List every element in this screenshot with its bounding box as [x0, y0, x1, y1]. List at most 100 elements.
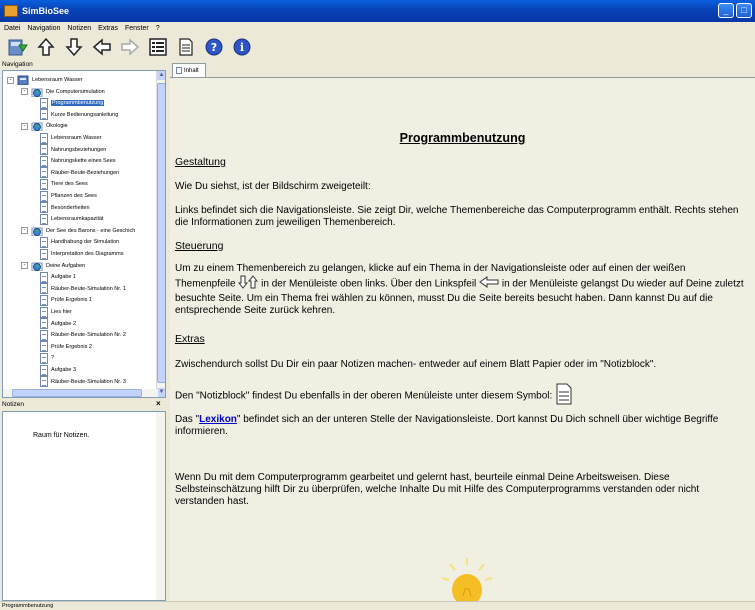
tree-item-label: Prüfe Ergebnis 2: [51, 343, 92, 350]
tree-item[interactable]: Lebensraum Wasser: [40, 132, 102, 144]
tree-item-label: Besonderheiten: [51, 204, 90, 211]
tree-item-label: Tiere des Sees: [51, 181, 88, 188]
tree-item[interactable]: Nahrungsbeziehungen: [40, 144, 106, 156]
tree-item-label: Lebensraum Wasser: [32, 77, 83, 83]
page-icon: [40, 352, 48, 364]
notepad-icon[interactable]: [174, 36, 198, 58]
collapse-toggle-icon[interactable]: -: [21, 88, 28, 96]
globe-book-icon: [31, 122, 43, 132]
tree-item[interactable]: Tiere des Sees: [40, 178, 88, 190]
tree-item[interactable]: ?: [40, 352, 54, 364]
navigation-tree[interactable]: ▲ ▼ - Lebensraum Wasser - Die Computersimul…: [2, 70, 166, 398]
tree-item[interactable]: Räuber-Beute-Simulation Nr. 3: [40, 376, 126, 388]
tree-item[interactable]: Aufgabe 1: [40, 271, 76, 283]
page-icon: [40, 283, 48, 295]
tree-item[interactable]: - Der See des Barons - eine Geschich: [21, 225, 135, 237]
collapse-toggle-icon[interactable]: -: [7, 76, 14, 84]
minimize-button[interactable]: _: [718, 3, 734, 18]
forward-arrow-icon[interactable]: [118, 36, 142, 58]
tree-item[interactable]: Räuber-Beute-Beziehungen: [40, 167, 119, 179]
section-title-gestaltung: Gestaltung: [175, 156, 226, 168]
tree-item[interactable]: Interpretation des Diagramms: [40, 248, 123, 260]
list-icon[interactable]: [146, 36, 170, 58]
tree-item[interactable]: Aufgabe 2: [40, 318, 76, 330]
scroll-down-icon[interactable]: ▼: [157, 388, 165, 397]
tree-item[interactable]: - Ökologie: [21, 120, 68, 132]
tree-item[interactable]: Lies hier: [40, 306, 72, 318]
tree-item[interactable]: Pflanzen des Sees: [40, 190, 97, 202]
collapse-toggle-icon[interactable]: -: [21, 227, 28, 235]
tree-item[interactable]: Prüfe Ergebnis 1: [40, 294, 92, 306]
tree-item[interactable]: Nahrungskette eines Sees: [40, 155, 116, 167]
tree-item-label: Lebensraumkapazität: [51, 216, 104, 223]
menu-extras[interactable]: Extras: [98, 25, 118, 32]
app-icon: [4, 5, 18, 17]
menu-fenster[interactable]: Fenster: [125, 25, 149, 32]
tree-item[interactable]: Lebensraumkapazität: [40, 213, 104, 225]
tree-item-label: Ökologie: [46, 123, 68, 130]
tree-item[interactable]: Handhabung der Simulation: [40, 236, 119, 248]
notepad-symbol-icon: [555, 383, 573, 409]
tree-item[interactable]: Räuber-Beute-Simulation Nr. 2: [40, 329, 126, 341]
page-icon: [40, 97, 48, 109]
back-arrow-icon[interactable]: [90, 36, 114, 58]
hscroll-thumb[interactable]: [12, 389, 142, 397]
tree-item[interactable]: Prüfe Ergebnis 2: [40, 341, 92, 353]
page-icon: [40, 213, 48, 225]
paragraph-4: Zwischendurch sollst Du Dir ein paar Not…: [175, 359, 657, 370]
scroll-up-icon[interactable]: ▲: [157, 71, 165, 80]
menu-help[interactable]: ?: [156, 25, 160, 32]
tree-item[interactable]: Kurze Bedienungsanleitung: [40, 109, 118, 121]
tree-item[interactable]: Aufgabe 3: [40, 364, 76, 376]
page-icon: [176, 67, 182, 74]
left-arrow-icon: [479, 276, 499, 292]
scroll-thumb[interactable]: [157, 83, 165, 383]
page-icon: [40, 236, 48, 248]
info-icon[interactable]: i: [230, 36, 254, 58]
title-bar: SimBioSee _ □: [0, 0, 755, 22]
notes-placeholder: Raum für Notizen.: [33, 432, 90, 439]
menu-navigation[interactable]: Navigation: [27, 25, 60, 32]
tree-item[interactable]: - Deine Aufgaben: [21, 260, 85, 272]
svg-text:i: i: [240, 41, 244, 54]
tree-item-label: Lies hier: [51, 309, 72, 315]
nav-vertical-scrollbar[interactable]: ▲ ▼: [156, 71, 165, 397]
tree-item[interactable]: Programmbenutzung: [40, 97, 105, 109]
tree-item-label: Programmbenutzung: [51, 100, 105, 107]
page-icon: [40, 144, 48, 156]
tree-item-label: Die Computersimulation: [46, 88, 105, 95]
tree-item-label: Aufgabe 2: [51, 320, 77, 327]
notes-textarea[interactable]: Raum für Notizen.: [2, 411, 166, 601]
collapse-toggle-icon[interactable]: -: [21, 122, 28, 130]
tree-item-label: Kurze Bedienungsanleitung: [51, 111, 119, 118]
export-icon[interactable]: [6, 36, 30, 58]
tree-item-label: Interpretation des Diagramms: [51, 251, 124, 257]
status-bar: Programmbenutzung: [0, 601, 755, 610]
page-icon: [40, 318, 48, 330]
tree-item[interactable]: - Lebensraum Wasser: [7, 74, 83, 86]
help-icon[interactable]: ?: [202, 36, 226, 58]
lexikon-link[interactable]: Lexikon: [199, 414, 237, 425]
down-arrow-icon[interactable]: [62, 36, 86, 58]
tree-item[interactable]: Besonderheiten: [40, 202, 90, 214]
tree-item-label: Nahrungskette eines Sees: [51, 158, 116, 165]
collapse-toggle-icon[interactable]: -: [21, 262, 28, 270]
nav-horizontal-scrollbar[interactable]: [3, 389, 158, 397]
tab-inhalt[interactable]: Inhalt: [172, 63, 206, 77]
content-panel: Programmbenutzung Gestaltung Wie Du sieh…: [170, 77, 755, 601]
close-icon[interactable]: ×: [156, 399, 161, 408]
svg-text:?: ?: [211, 41, 217, 54]
up-down-arrows-icon: [238, 275, 259, 293]
page-icon: [40, 248, 48, 260]
menu-datei[interactable]: Datei: [4, 25, 20, 32]
tree-item[interactable]: - Die Computersimulation: [21, 86, 105, 98]
globe-book-icon: [31, 262, 43, 271]
page-icon: [40, 329, 48, 341]
maximize-button[interactable]: □: [736, 3, 752, 18]
tree-item[interactable]: Räuber-Beute-Simulation Nr. 1: [40, 283, 126, 295]
tree-item-label: Deine Aufgaben: [46, 262, 86, 269]
page-icon: [40, 271, 48, 283]
up-arrow-icon[interactable]: [34, 36, 58, 58]
notes-scrollbar[interactable]: [156, 412, 165, 600]
menu-notizen[interactable]: Notizen: [67, 25, 91, 32]
